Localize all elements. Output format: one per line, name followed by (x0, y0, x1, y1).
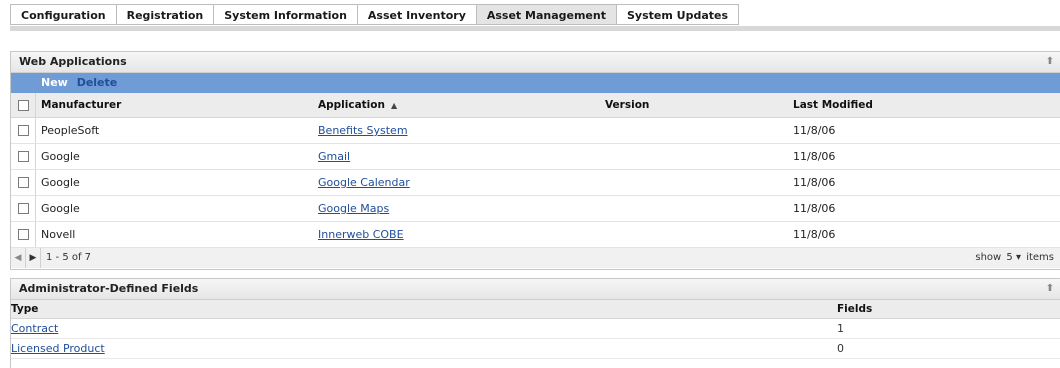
manufacturer-cell: Google (41, 202, 80, 215)
web-applications-title: Web Applications (19, 55, 127, 68)
new-button[interactable]: New (41, 76, 68, 89)
application-link[interactable]: Google Calendar (318, 176, 410, 189)
last-modified-cell: 11/8/06 (793, 124, 836, 137)
manufacturer-cell: Novell (41, 228, 76, 241)
manufacturer-cell: Google (41, 150, 80, 163)
tab-bar-underline (10, 26, 1060, 31)
table-row: PeopleSoft Benefits System 11/8/06 (11, 118, 1060, 144)
row-checkbox[interactable] (17, 151, 29, 162)
page-size-value: 5 (1006, 252, 1013, 263)
chevron-down-icon: ▾ (1015, 252, 1021, 263)
application-link[interactable]: Gmail (318, 150, 350, 163)
web-applications-panel: Web Applications ⬆ New Delete Manufactur… (10, 51, 1060, 270)
type-link[interactable]: Licensed Product (11, 339, 105, 358)
admin-defined-fields-table-header: Type Fields (11, 300, 1060, 319)
table-row: Novell Innerweb COBE 11/8/06 (11, 222, 1060, 248)
next-page-icon[interactable]: ▶ (26, 248, 41, 268)
page-range: 1 - 5 of 7 (46, 252, 92, 263)
type-link[interactable]: Contract (11, 319, 58, 338)
application-link[interactable]: Benefits System (318, 124, 408, 137)
column-application[interactable]: Application ▲ (318, 99, 397, 111)
tab-system-information[interactable]: System Information (213, 4, 357, 25)
column-version[interactable]: Version (605, 99, 649, 111)
table-row: Google Google Calendar 11/8/06 (11, 170, 1060, 196)
last-modified-cell: 11/8/06 (793, 150, 836, 163)
tab-configuration[interactable]: Configuration (10, 4, 116, 25)
table-row: Licensed Product 0 (11, 339, 1060, 359)
row-select-cell (11, 118, 36, 143)
collapse-icon[interactable]: ⬆ (1044, 279, 1056, 299)
row-checkbox[interactable] (17, 229, 29, 240)
application-link[interactable]: Innerweb COBE (318, 228, 404, 241)
column-last-modified[interactable]: Last Modified (793, 99, 873, 111)
select-all-cell (11, 93, 36, 117)
row-checkbox[interactable] (17, 203, 29, 214)
column-application-label: Application (318, 99, 385, 111)
items-label: items (1026, 252, 1054, 263)
manufacturer-cell: Google (41, 176, 80, 189)
table-row: Google Google Maps 11/8/06 (11, 196, 1060, 222)
previous-page-icon[interactable]: ◀ (11, 248, 26, 268)
show-label: show (975, 252, 1002, 263)
tab-asset-inventory[interactable]: Asset Inventory (356, 4, 476, 25)
application-link[interactable]: Google Maps (318, 202, 389, 215)
last-modified-cell: 11/8/06 (793, 228, 836, 241)
admin-defined-fields-title: Administrator-Defined Fields (19, 282, 199, 295)
row-checkbox[interactable] (17, 125, 29, 136)
tab-system-updates[interactable]: System Updates (616, 4, 740, 25)
tab-bar: Configuration Registration System Inform… (10, 4, 740, 26)
page-size-control: show 5 ▾ items (975, 248, 1054, 268)
column-fields: Fields (837, 303, 873, 315)
row-select-cell (11, 170, 36, 195)
row-select-cell (11, 196, 36, 221)
column-manufacturer[interactable]: Manufacturer (41, 99, 121, 111)
tab-asset-management[interactable]: Asset Management (475, 4, 616, 25)
column-type: Type (11, 303, 39, 315)
row-select-cell (11, 144, 36, 169)
manufacturer-cell: PeopleSoft (41, 124, 100, 137)
table-row: Contract 1 (11, 319, 1060, 339)
pagination-bar: ◀ ▶ 1 - 5 of 7 show 5 ▾ items (11, 248, 1060, 268)
web-applications-toolbar: New Delete (11, 73, 1060, 93)
fields-count: 0 (837, 342, 844, 355)
admin-defined-fields-header: Administrator-Defined Fields ⬆ (11, 279, 1060, 300)
collapse-icon[interactable]: ⬆ (1044, 52, 1056, 72)
web-applications-table-header: Manufacturer Application ▲ Version Last M… (11, 93, 1060, 118)
fields-count: 1 (837, 322, 844, 335)
tab-registration[interactable]: Registration (115, 4, 214, 25)
last-modified-cell: 11/8/06 (793, 176, 836, 189)
admin-defined-fields-panel: Administrator-Defined Fields ⬆ Type Fiel… (10, 278, 1060, 368)
delete-button[interactable]: Delete (77, 76, 118, 89)
page-size-select[interactable]: 5 ▾ (1006, 252, 1021, 263)
select-all-checkbox[interactable] (17, 99, 29, 111)
sort-ascending-icon: ▲ (390, 101, 398, 110)
row-select-cell (11, 222, 36, 247)
row-checkbox[interactable] (17, 177, 29, 188)
last-modified-cell: 11/8/06 (793, 202, 836, 215)
table-row: Google Gmail 11/8/06 (11, 144, 1060, 170)
web-applications-header: Web Applications ⬆ (11, 52, 1060, 73)
